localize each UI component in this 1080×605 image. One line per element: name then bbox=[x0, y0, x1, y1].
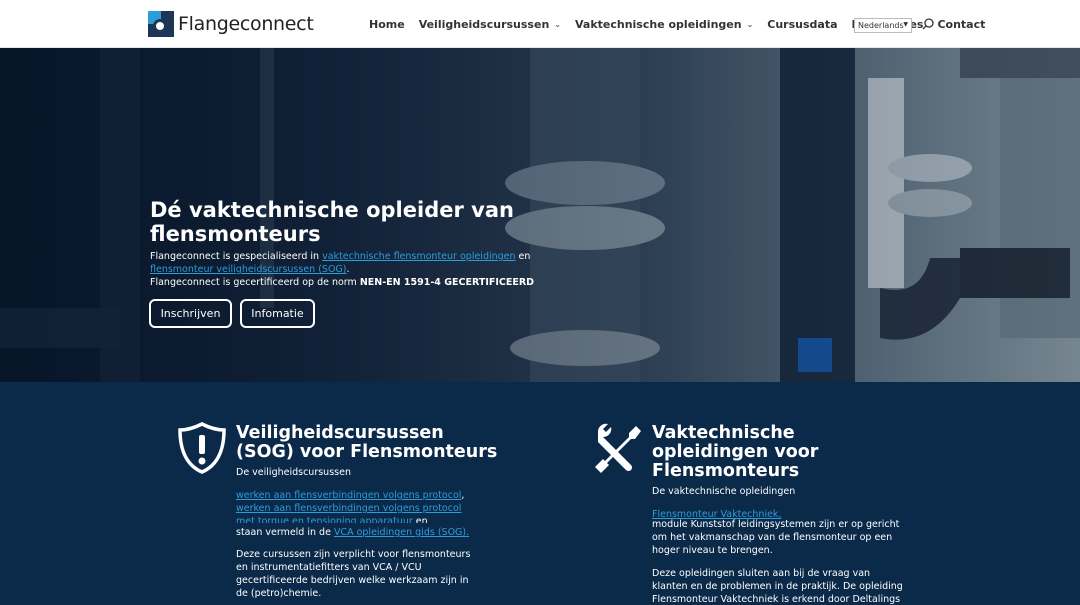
desc-text: Flangeconnect is gespecialiseerd in bbox=[150, 251, 323, 262]
safety-courses-title: Veiligheidscursussen (SOG) voor Flensmon… bbox=[236, 423, 498, 462]
nav-item-contact[interactable]: Contact bbox=[937, 18, 985, 31]
cert-norm: NEN-EN 1591-4 GECERTIFICEERD bbox=[359, 277, 535, 288]
select-arrow-icon: ▼ bbox=[903, 21, 908, 28]
technical-training-paragraph-2: Deze opleidingen sluiten aan bij de vraa… bbox=[652, 568, 903, 605]
safety-courses-paragraph: Deze cursussen zijn verplicht voor flens… bbox=[236, 549, 471, 599]
signup-button[interactable]: Inschrijven bbox=[149, 299, 232, 328]
cert-text: Flangeconnect is gecertificeerd op de no… bbox=[150, 277, 360, 288]
safety-courses-subtitle: De veiligheidscursussen bbox=[236, 467, 351, 478]
info-button[interactable]: Infomatie bbox=[240, 299, 315, 328]
vca-line: staan vermeld in de VCA opleidingen gids… bbox=[236, 526, 469, 539]
nav-label: Contact bbox=[937, 18, 986, 31]
technical-training-paragraph-1: module Kunststof leidingsystemen zijn er… bbox=[652, 519, 900, 556]
safety-course-links: werken aan flensverbindingen volgens pro… bbox=[236, 489, 476, 523]
hero-description: Flangeconnect is gespecialiseerd in vakt… bbox=[150, 250, 580, 289]
nav-label: Cursusdata bbox=[767, 18, 838, 31]
wrench-screwdriver-icon bbox=[595, 423, 641, 473]
nav-label: Home bbox=[369, 18, 405, 31]
language-value: Nederlands bbox=[858, 21, 904, 30]
language-select[interactable]: Nederlands ▼ bbox=[854, 18, 912, 33]
desc-text: en bbox=[515, 251, 531, 262]
logo-mark-icon bbox=[148, 11, 174, 37]
chevron-down-icon: ⌄ bbox=[554, 20, 561, 29]
link-protocol-course[interactable]: werken aan flensverbindingen volgens pro… bbox=[236, 490, 461, 501]
chevron-down-icon: ⌄ bbox=[746, 20, 754, 29]
hero-title: Dé vaktechnische opleider van flensmonte… bbox=[150, 198, 514, 246]
link-veiligheidscursussen[interactable]: flensmonteur veiligheidscursussen (SOG) bbox=[150, 264, 347, 275]
hero-banner: Dé vaktechnische opleider van flensmonte… bbox=[0, 48, 1080, 382]
shield-exclamation-icon bbox=[178, 422, 226, 474]
nav-label: Vaktechnische opleidingen bbox=[574, 18, 742, 31]
courses-section: Veiligheidscursussen (SOG) voor Flensmon… bbox=[0, 382, 1080, 605]
search-icon[interactable] bbox=[921, 17, 935, 31]
vca-text: staan vermeld in de bbox=[236, 527, 334, 538]
nav-item-home[interactable]: Home bbox=[369, 18, 405, 31]
nav-item-vaktechnische-opleidingen[interactable]: Vaktechnische opleidingen ⌄ bbox=[575, 18, 753, 31]
technical-training-title: Vaktechnische opleidingen voor Flensmont… bbox=[652, 423, 819, 481]
conjunction: en bbox=[412, 516, 428, 523]
link-vaktechnische-opleidingen[interactable]: vaktechnische flensmonteur opleidingen bbox=[322, 251, 515, 262]
technical-training-subtitle: De vaktechnische opleidingen bbox=[652, 486, 796, 497]
site-header: Flangeconnect Home Veiligheidscursussen … bbox=[0, 0, 1080, 48]
nav-label: Veiligheidscursussen bbox=[418, 18, 550, 31]
logo[interactable]: Flangeconnect bbox=[148, 11, 314, 37]
nav-item-cursusdata[interactable]: Cursusdata bbox=[767, 18, 837, 31]
punct: , bbox=[461, 490, 465, 501]
link-vca-guide[interactable]: VCA opleidingen gids (SOG). bbox=[334, 527, 469, 538]
nav-item-veiligheidscursussen[interactable]: Veiligheidscursussen ⌄ bbox=[419, 18, 561, 31]
desc-text: . bbox=[346, 264, 350, 275]
logo-text: Flangeconnect bbox=[178, 13, 314, 35]
